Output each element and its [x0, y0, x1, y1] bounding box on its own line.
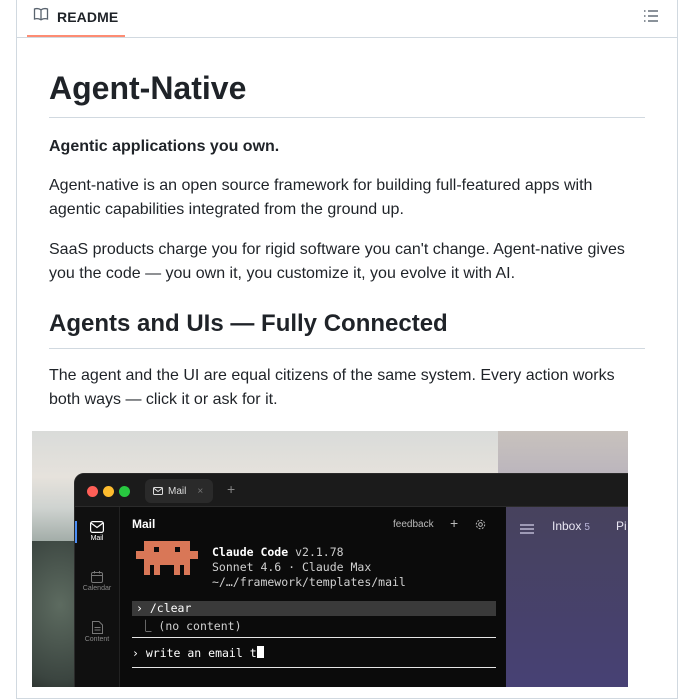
new-tab-icon: +: [227, 481, 236, 497]
prompt-bottom-border: [132, 667, 496, 668]
calendar-icon: [91, 571, 103, 583]
intro-paragraph: Agent-native is an open source framework…: [49, 177, 593, 218]
tagline: Agentic applications you own.: [49, 138, 280, 155]
mail-icon: [90, 521, 104, 533]
rail-item-label: Calendar: [82, 585, 112, 592]
close-window-dot: [87, 486, 98, 497]
claude-code-name: Claude Code: [212, 545, 289, 559]
rail-item-calendar: Calendar: [75, 571, 119, 592]
mail-tab-icon: [153, 487, 163, 495]
page-title: Agent-Native: [49, 68, 645, 118]
readme-header: README: [17, 0, 677, 38]
menu-icon: [520, 521, 534, 539]
claude-code-path: ~/…/framework/templates/mail: [212, 575, 406, 589]
document-icon: [91, 621, 103, 634]
prompt-input: › write an email t: [132, 646, 264, 660]
tab-close-icon: ×: [197, 485, 204, 497]
command-history-row: › /clear: [132, 601, 496, 616]
section-heading: Agents and UIs — Fully Connected: [49, 308, 645, 349]
text-cursor: [256, 646, 264, 658]
readme-tab[interactable]: README: [27, 0, 125, 37]
window-titlebar: Mail × +: [75, 474, 628, 507]
browser-tab-label: Mail: [168, 485, 187, 497]
inbox-next-tab: Pi: [616, 519, 627, 533]
app-window: Mail × + Mail Calendar Content Mail feed…: [74, 473, 628, 687]
command-output: ⎿ (no content): [140, 619, 242, 633]
rail-item-label: Content: [84, 636, 110, 643]
rail-item-label: Mail: [90, 535, 104, 542]
agent-panel-title: Mail: [132, 517, 156, 531]
book-icon: [33, 6, 49, 27]
agent-panel: Mail feedback + Claude Code v2.1.78 Sonn…: [120, 507, 505, 687]
saas-paragraph: SaaS products charge you for rigid softw…: [49, 241, 625, 282]
browser-tab-mail: Mail ×: [145, 479, 213, 503]
inbox-pane: Inbox 5 Pi: [506, 507, 628, 687]
feedback-link: feedback: [393, 519, 434, 530]
readme-tab-label: README: [57, 8, 119, 25]
prompt-top-border: [132, 637, 496, 638]
claude-code-model: Sonnet 4.6 · Claude Max: [212, 560, 372, 574]
rail-item-content: Content: [75, 621, 119, 643]
inbox-count: 5: [584, 522, 590, 533]
inbox-label: Inbox 5: [552, 519, 590, 533]
claude-code-version: v2.1.78: [295, 545, 344, 559]
maximize-window-dot: [119, 486, 130, 497]
prompt-text: › write an email t: [132, 646, 257, 660]
minimize-window-dot: [103, 486, 114, 497]
claude-mascot-icon: [136, 541, 198, 575]
rail-item-mail: Mail: [75, 521, 119, 542]
table-of-contents-icon[interactable]: [643, 8, 661, 26]
app-screenshot-image: Mail × + Mail Calendar Content Mail feed…: [32, 431, 628, 687]
gear-icon: [475, 517, 486, 535]
add-icon: +: [450, 515, 459, 531]
inbox-title: Inbox: [552, 519, 582, 533]
section-paragraph: The agent and the UI are equal citizens …: [49, 367, 615, 408]
app-rail: Mail Calendar Content: [75, 507, 120, 687]
command-text: › /clear: [136, 601, 192, 615]
claude-code-header: Claude Code v2.1.78: [212, 545, 344, 559]
